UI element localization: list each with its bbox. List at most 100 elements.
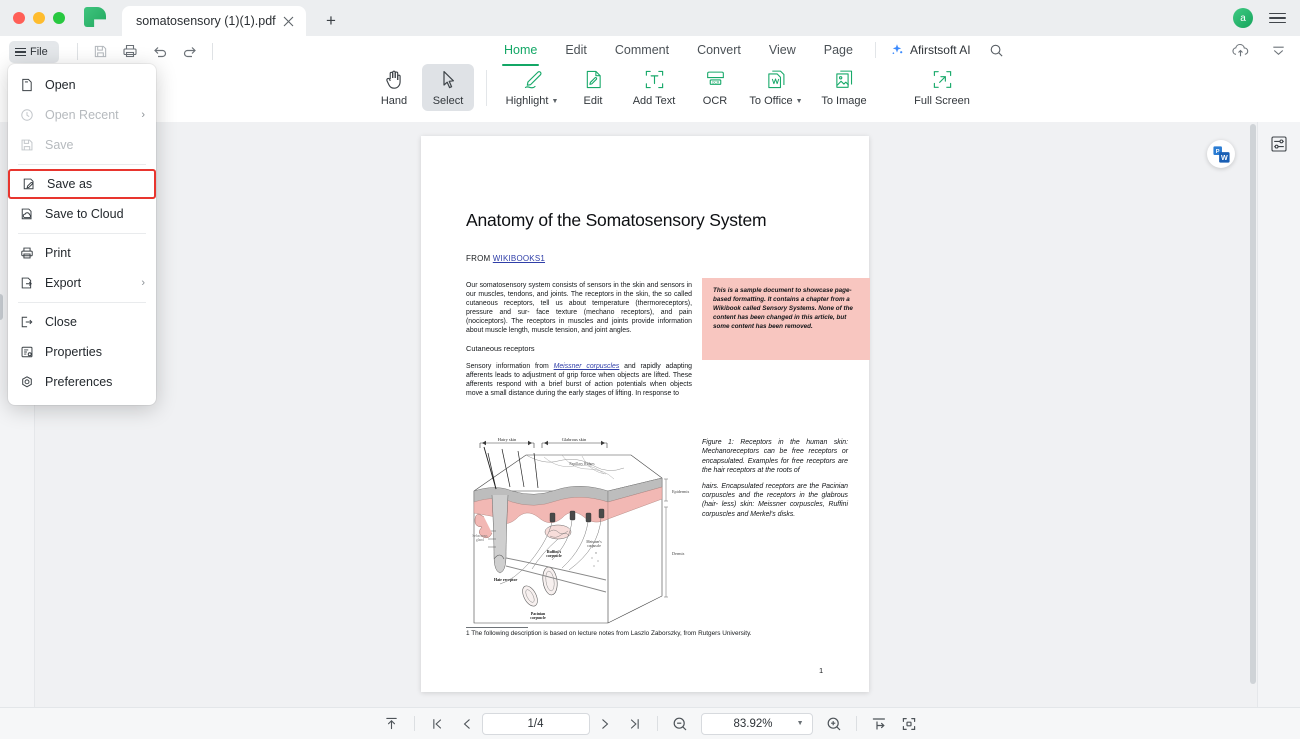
- vertical-scrollbar[interactable]: [1250, 124, 1256, 684]
- tool-ocr[interactable]: OCR OCR: [689, 64, 741, 107]
- hamburger-icon: [15, 47, 26, 57]
- close-window-button[interactable]: [13, 12, 25, 24]
- last-page-icon[interactable]: [620, 711, 650, 737]
- zoom-level-select[interactable]: 83.92% ▼: [700, 712, 813, 735]
- sidebar-resize-handle[interactable]: [0, 294, 3, 320]
- tab-page-label: Page: [823, 43, 853, 57]
- undo-icon[interactable]: [147, 38, 173, 64]
- convert-to-word-button[interactable]: P W: [1207, 140, 1235, 168]
- tab-edit[interactable]: Edit: [551, 36, 601, 64]
- svg-text:Papillary Ridges: Papillary Ridges: [569, 462, 595, 466]
- tool-full-screen[interactable]: Full Screen: [902, 64, 982, 107]
- tool-ocr-label: OCR: [702, 95, 728, 107]
- subheading-cutaneous-receptors: Cutaneous receptors: [466, 344, 535, 354]
- zoom-level-value: 83.92%: [733, 717, 773, 730]
- next-page-icon[interactable]: [590, 711, 620, 737]
- edit-document-icon: [584, 68, 603, 90]
- ai-assistant-button[interactable]: Afirstsoft AI: [884, 43, 977, 57]
- divider: [18, 302, 146, 303]
- wikibooks-link[interactable]: WIKIBOOKS1: [493, 254, 545, 263]
- zoom-out-icon[interactable]: [665, 711, 695, 737]
- tab-convert[interactable]: Convert: [683, 36, 755, 64]
- properties-panel-icon[interactable]: [1268, 133, 1290, 155]
- zoom-in-icon[interactable]: [819, 711, 849, 737]
- file-menu-button[interactable]: File: [9, 41, 59, 63]
- svg-text:corpuscle: corpuscle: [587, 544, 601, 548]
- menu-item-save-to-cloud[interactable]: Save to Cloud: [8, 199, 156, 229]
- menu-item-open[interactable]: Open: [8, 70, 156, 100]
- first-page-icon[interactable]: [422, 711, 452, 737]
- close-tab-icon[interactable]: [280, 13, 296, 29]
- tool-add-text[interactable]: Add Text: [621, 64, 687, 107]
- scroll-top-icon[interactable]: [377, 711, 407, 737]
- menu-item-close-label: Close: [45, 315, 77, 329]
- tool-highlight[interactable]: Highlight ▼: [499, 64, 565, 107]
- tool-hand[interactable]: Hand: [368, 64, 420, 107]
- tool-hand-label: Hand: [380, 95, 408, 107]
- redo-icon[interactable]: [177, 38, 203, 64]
- menu-item-properties[interactable]: Properties: [8, 337, 156, 367]
- tool-to-image[interactable]: To Image: [811, 64, 877, 107]
- fit-width-icon[interactable]: [864, 711, 894, 737]
- pdf-page[interactable]: Anatomy of the Somatosensory System FROM…: [421, 136, 870, 692]
- menu-item-open-recent[interactable]: Open Recent ›: [8, 100, 156, 130]
- menu-item-save: Save: [8, 130, 156, 160]
- to-office-icon: [766, 68, 786, 90]
- tab-view-label: View: [768, 43, 796, 57]
- highlight-pen-icon: [522, 68, 543, 90]
- save-icon[interactable]: [87, 38, 113, 64]
- figure-1-caption: Figure 1: Receptors in the human skin: M…: [702, 438, 848, 525]
- menu-item-preferences[interactable]: Preferences: [8, 367, 156, 397]
- tab-home[interactable]: Home: [490, 36, 551, 66]
- quick-access-toolbar: [72, 38, 218, 64]
- tab-comment[interactable]: Comment: [601, 36, 683, 64]
- new-tab-button[interactable]: +: [320, 10, 342, 32]
- prev-page-icon[interactable]: [452, 711, 482, 737]
- tool-select[interactable]: Select: [422, 64, 474, 111]
- svg-text:Dermis: Dermis: [672, 551, 685, 556]
- meissner-corpuscles-link[interactable]: Meissner corpuscles: [554, 363, 620, 370]
- tab-view[interactable]: View: [755, 36, 810, 64]
- svg-text:corpuscle: corpuscle: [530, 616, 546, 620]
- cloud-upload-icon[interactable]: [1228, 38, 1252, 62]
- ai-assistant-label: Afirstsoft AI: [909, 43, 971, 57]
- menu-item-print[interactable]: Print: [8, 238, 156, 268]
- tab-edit-label: Edit: [565, 43, 587, 57]
- sparkle-icon: [890, 43, 904, 57]
- file-dropdown-menu: Open Open Recent › Save Save as Save to …: [8, 64, 156, 405]
- to-image-icon: [834, 68, 854, 90]
- ribbon-top-row: File Home Edit Comment Convert View Page…: [0, 36, 1300, 66]
- divider: [77, 42, 78, 60]
- from-prefix: FROM: [466, 254, 493, 263]
- print-icon[interactable]: [117, 38, 143, 64]
- sample-callout-box: This is a sample document to showcase pa…: [702, 278, 870, 360]
- tool-strip: Hand Select Highlight ▼ Edit Add Text OC…: [0, 64, 1300, 122]
- title-bar: somatosensory (1)(1).pdf + a: [0, 0, 1300, 36]
- avatar[interactable]: a: [1233, 8, 1253, 28]
- minimize-window-button[interactable]: [33, 12, 45, 24]
- menu-item-export[interactable]: Export ›: [8, 268, 156, 298]
- divider: [656, 716, 658, 731]
- tab-convert-label: Convert: [697, 43, 741, 57]
- menu-item-close[interactable]: Close: [8, 307, 156, 337]
- tool-select-label: Select: [432, 95, 464, 107]
- main-menu-icon[interactable]: [1269, 12, 1286, 24]
- tool-edit-label: Edit: [583, 95, 603, 107]
- fit-page-icon[interactable]: [894, 711, 924, 737]
- page-number-input[interactable]: 1/4: [481, 712, 590, 735]
- document-tab[interactable]: somatosensory (1)(1).pdf: [122, 6, 306, 36]
- divider: [413, 716, 415, 731]
- document-canvas[interactable]: P W Anatomy of the Somatosensory System …: [35, 122, 1257, 707]
- menu-item-save-as[interactable]: Save as: [8, 169, 156, 199]
- divider: [855, 716, 857, 731]
- collapse-ribbon-icon[interactable]: [1266, 38, 1290, 62]
- tool-edit[interactable]: Edit: [567, 64, 619, 107]
- maximize-window-button[interactable]: [53, 12, 65, 24]
- open-file-icon: [19, 78, 35, 92]
- tab-page[interactable]: Page: [810, 36, 867, 64]
- floppy-icon: [19, 138, 35, 152]
- tool-to-office[interactable]: To Office ▼: [743, 64, 809, 107]
- divider: [18, 164, 146, 165]
- paragraph-1: Our somatosensory system consists of sen…: [466, 282, 692, 334]
- search-icon[interactable]: [985, 38, 1009, 62]
